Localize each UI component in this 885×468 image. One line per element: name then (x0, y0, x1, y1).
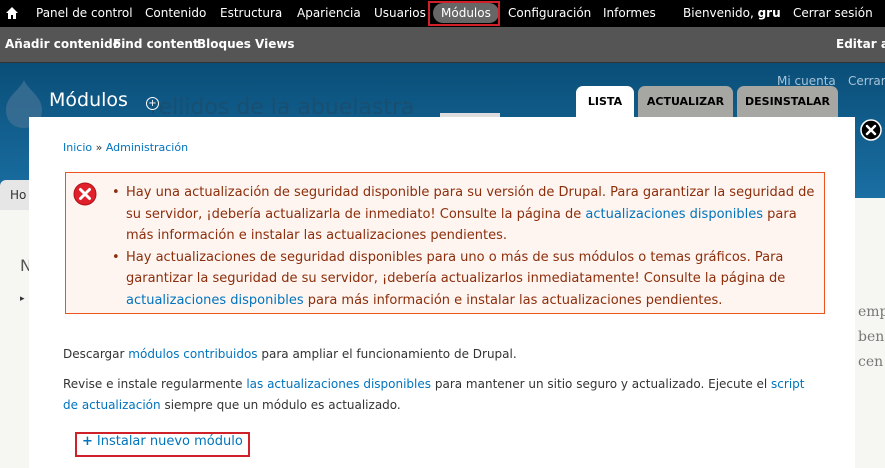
review-updates-text: Revise e instale regularmente las actual… (63, 377, 805, 412)
logout-link[interactable]: Cerrar sesión (793, 0, 873, 27)
add-shortcut-icon[interactable]: + (146, 97, 159, 110)
tab-list[interactable]: LISTA (576, 86, 634, 117)
install-highlight-box (75, 432, 250, 457)
toolbar-configuration[interactable]: Configuración (508, 0, 591, 27)
shortcut-add-content[interactable]: Añadir contenido (5, 27, 121, 62)
close-icon[interactable] (860, 119, 882, 141)
breadcrumb-home-link[interactable]: Inicio (63, 141, 92, 154)
contributed-modules-link[interactable]: módulos contribuidos (128, 347, 257, 361)
error-icon (73, 182, 97, 206)
toolbar-dashboard[interactable]: Panel de control (36, 0, 133, 27)
available-updates-link[interactable]: actualizaciones disponibles (126, 293, 304, 308)
shortcuts-bar: Añadir contenido Find content Bloques Vi… (0, 27, 885, 63)
error-item: Hay actualizaciones de seguridad disponi… (112, 247, 816, 312)
modules-highlight-box (428, 1, 500, 26)
bg-triangle-icon: ▸ (20, 294, 25, 304)
home-icon[interactable] (5, 5, 19, 21)
toolbar-appearance[interactable]: Apariencia (297, 0, 361, 27)
toolbar-reports[interactable]: Informes (603, 0, 656, 27)
error-list: Hay una actualización de seguridad dispo… (112, 182, 816, 312)
download-modules-text: Descargar módulos contribuidos para ampl… (63, 347, 517, 361)
toolbar-people[interactable]: Usuarios (374, 0, 426, 27)
shortcut-find-content[interactable]: Find content (113, 27, 199, 62)
toolbar-structure[interactable]: Estructura (220, 0, 282, 27)
page-title: Módulos (49, 89, 128, 111)
available-updates-link-2[interactable]: las actualizaciones disponibles (246, 377, 431, 391)
bg-sidebar-text-fragment: emp ben cen (858, 304, 885, 370)
available-updates-link[interactable]: actualizaciones disponibles (585, 207, 763, 222)
toolbar-content[interactable]: Contenido (145, 0, 206, 27)
username[interactable]: gru (758, 6, 781, 20)
tab-uninstall[interactable]: DESINSTALAR (737, 86, 838, 117)
tab-update[interactable]: ACTUALIZAR (638, 86, 733, 117)
shortcut-blocks[interactable]: Bloques (197, 27, 251, 62)
error-item: Hay una actualización de seguridad dispo… (112, 182, 816, 247)
breadcrumb-separator: » (92, 141, 106, 154)
shortcut-views[interactable]: Views (255, 27, 295, 62)
bg-logout-link: Cerrar (848, 74, 885, 88)
welcome-text: Bienvenido, gru (683, 6, 781, 20)
breadcrumb-admin-link[interactable]: Administración (106, 141, 188, 154)
edit-shortcuts-link[interactable]: Editar at (836, 27, 885, 62)
breadcrumb: Inicio » Administración (63, 141, 188, 154)
